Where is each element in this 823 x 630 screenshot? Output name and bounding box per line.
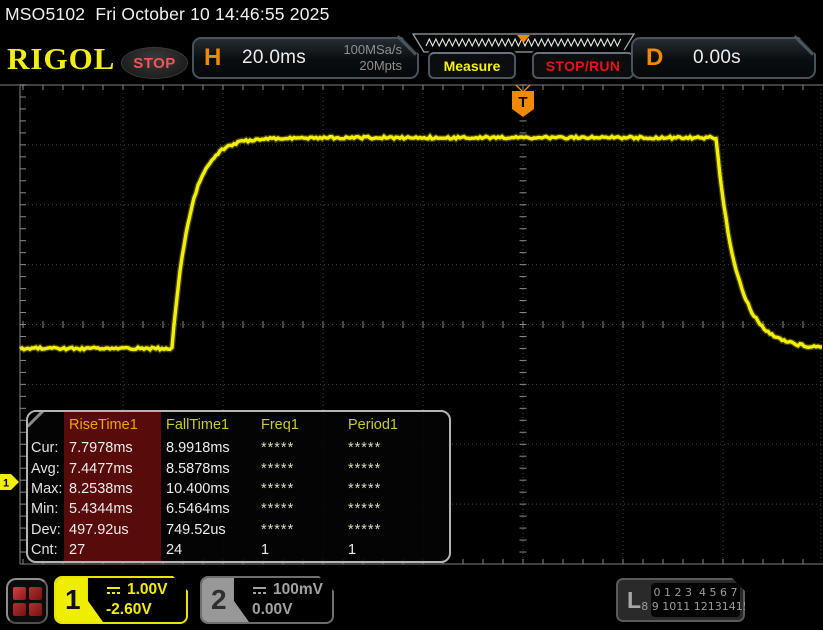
row-label-min: Min: [28,499,64,519]
h-label: H [204,44,221,72]
cell-period-max: ***** [343,479,449,499]
channel2-badge[interactable]: 2 100mV 0.00V [200,576,334,624]
cell-freq-dev: ***** [256,520,343,540]
grid-icon [13,587,42,616]
oscilloscope-screen: MSO5102 Fri October 10 14:46:55 2025 RIG… [0,0,823,630]
cell-rise-max: 8.2538ms [64,479,161,499]
cell-freq-avg: ***** [256,458,343,478]
model-and-datetime: MSO5102 Fri October 10 14:46:55 2025 [5,4,330,25]
logic-channels-badge[interactable]: L 0 1 2 3 4 5 6 78 9 1011 12131415 [616,578,745,622]
dc-coupling-icon [252,585,268,596]
cell-fall-dev: 749.52us [161,520,256,540]
col-header-freq1[interactable]: Freq1 [256,412,343,438]
sample-rate-and-depth: 100MSa/s20Mpts [343,42,402,74]
cell-rise-min: 5.4344ms [64,499,161,519]
cell-rise-dev: 497.92us [64,520,161,540]
menu-grid-button[interactable] [6,578,48,624]
channel1-scale: 1.00V [127,580,168,600]
timebase-value: 20.0ms [242,47,306,69]
cell-rise-cnt: 27 [64,540,161,560]
channel1-offset: -2.60V [106,601,152,618]
col-header-falltime1[interactable]: FallTime1 [161,412,256,438]
trigger-delay-panel[interactable]: D 0.00s [631,37,816,79]
channel2-scale: 100mV [273,580,323,600]
channel1-ground-marker[interactable]: 1 [0,474,19,490]
rigol-logo: RIGOL [7,41,115,77]
channel2-offset: 0.00V [252,601,293,618]
bottom-bar: 1 1.00V -2.60V 2 100mV 0.00V L 0 1 2 3 4… [0,570,823,630]
cell-freq-min: ***** [256,499,343,519]
cell-fall-min: 6.5464ms [161,499,256,519]
cell-fall-cur: 8.9918ms [161,438,256,458]
cell-fall-max: 10.400ms [161,479,256,499]
horizontal-timebase-panel[interactable]: H 20.0ms 100MSa/s20Mpts [192,37,419,79]
cell-freq-max: ***** [256,479,343,499]
cell-period-cnt: 1 [343,540,449,560]
ch1-waveform-trace [20,136,822,349]
row-label-avg: Avg: [28,458,64,478]
cell-fall-avg: 8.5878ms [161,458,256,478]
row-label-cur: Cur: [28,438,64,458]
logic-channel-numbers: 0 1 2 3 4 5 6 78 9 1011 12131415 [651,583,740,617]
row-label-cnt: Cnt: [28,540,64,560]
trigger-t-icon: T [518,94,527,111]
acquisition-status-badge[interactable]: STOP [121,47,188,79]
row-label-dev: Dev: [28,520,64,540]
col-header-period1[interactable]: Period1 [343,412,449,438]
cell-rise-cur: 7.7978ms [64,438,161,458]
dc-coupling-icon [106,585,122,596]
stop-run-button[interactable]: STOP/RUN [532,52,634,79]
cell-rise-avg: 7.4477ms [64,458,161,478]
waveform-preview-bar[interactable] [411,33,636,54]
measurement-grid: RiseTime1 FallTime1 Freq1 Period1 Cur: 7… [28,412,449,560]
cell-period-min: ***** [343,499,449,519]
header-bar: RIGOL STOP H 20.0ms 100MSa/s20Mpts Measu… [0,30,823,84]
cell-period-avg: ***** [343,458,449,478]
cell-freq-cnt: 1 [256,540,343,560]
d-label: D [646,44,663,72]
delay-value: 0.00s [693,47,741,69]
measure-button[interactable]: Measure [428,52,516,79]
svg-text:1: 1 [3,478,9,490]
cell-fall-cnt: 24 [161,540,256,560]
ch1-waveform-trace [20,136,822,349]
row-label-max: Max: [28,479,64,499]
channel1-badge[interactable]: 1 1.00V -2.60V [54,576,188,624]
cell-freq-cur: ***** [256,438,343,458]
cell-period-dev: ***** [343,520,449,540]
col-header-risetime1[interactable]: RiseTime1 [64,412,161,438]
logic-label: L [627,587,641,614]
cell-period-cur: ***** [343,438,449,458]
measurement-window[interactable]: RiseTime1 FallTime1 Freq1 Period1 Cur: 7… [26,410,451,563]
